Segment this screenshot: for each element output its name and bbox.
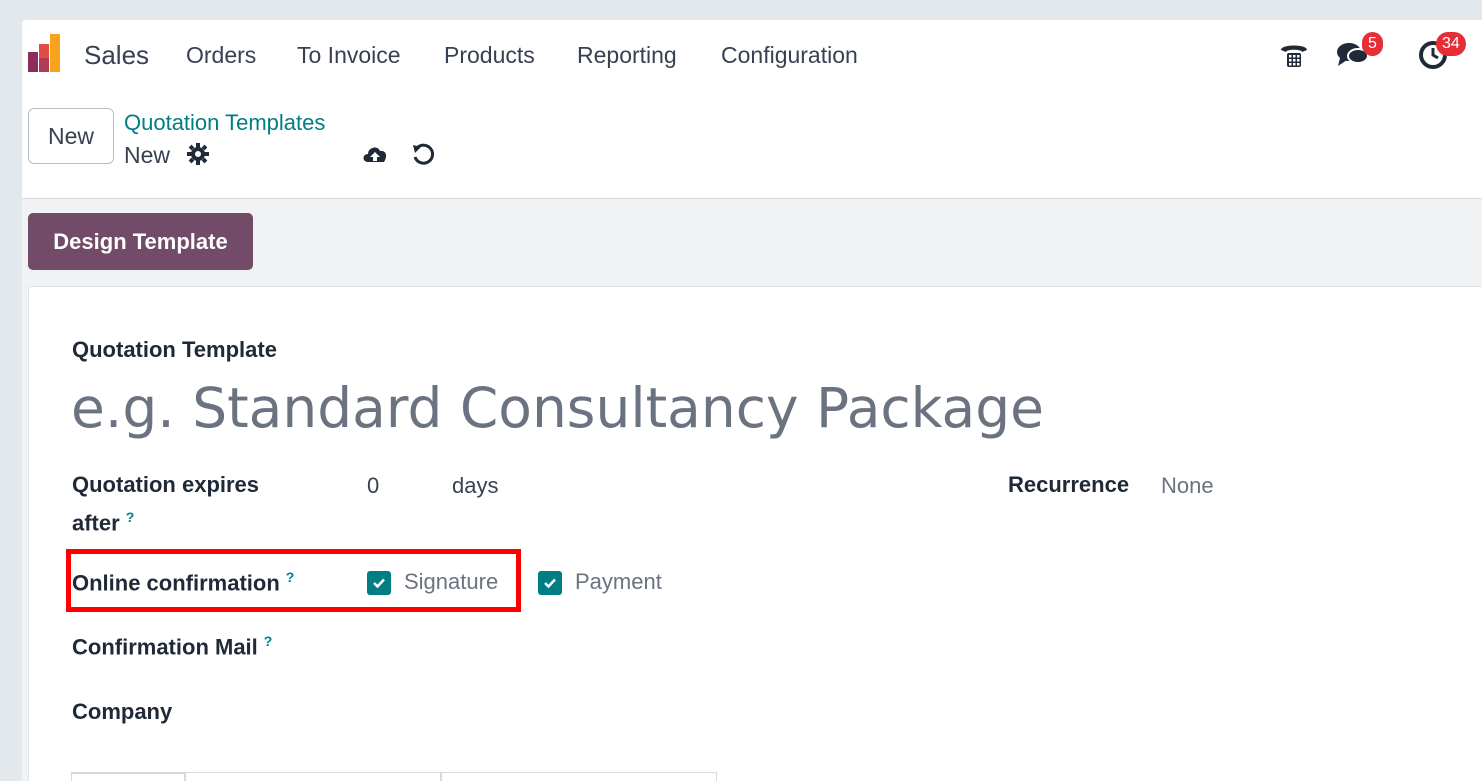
company-label: Company <box>72 699 173 724</box>
expires-help[interactable]: ? <box>126 509 135 525</box>
tab-2[interactable] <box>185 772 441 781</box>
breadcrumb-quotation-templates[interactable]: Quotation Templates <box>124 110 325 136</box>
tab-1[interactable] <box>71 772 185 781</box>
phone-icon[interactable] <box>1278 38 1310 70</box>
gear-icon[interactable] <box>186 142 210 166</box>
check-icon <box>373 578 385 589</box>
confirmation-mail-help[interactable]: ? <box>264 633 273 649</box>
undo-icon[interactable] <box>410 142 436 168</box>
app-logo-icon[interactable] <box>26 32 68 74</box>
expires-unit: days <box>452 473 499 498</box>
template-name-input[interactable] <box>71 375 1171 441</box>
menu-to-invoice[interactable]: To Invoice <box>297 42 401 69</box>
menu-reporting[interactable]: Reporting <box>577 42 677 69</box>
check-icon <box>544 578 556 589</box>
design-template-button[interactable]: Design Template <box>28 213 253 270</box>
online-confirmation-label: Online confirmation? <box>72 569 295 596</box>
record-name: New <box>124 142 171 168</box>
recurrence-value[interactable]: None <box>1161 473 1214 499</box>
payment-label[interactable]: Payment <box>575 569 662 595</box>
top-navbar: Sales Orders To Invoice Products Reporti… <box>22 20 1482 90</box>
app-name[interactable]: Sales <box>84 40 149 71</box>
expires-label-line1: Quotation expires <box>72 472 260 497</box>
recurrence-label: Recurrence <box>1008 472 1130 497</box>
control-panel: New Quotation Templates New <box>22 90 1482 199</box>
tab-3[interactable] <box>441 772 717 781</box>
confirmation-mail-label: Confirmation Mail? <box>72 633 273 660</box>
signature-checkbox[interactable] <box>367 571 391 595</box>
menu-orders[interactable]: Orders <box>186 42 256 69</box>
menu-products[interactable]: Products <box>444 42 535 69</box>
online-confirmation-help[interactable]: ? <box>286 569 295 585</box>
expires-value[interactable]: 0 <box>367 473 379 499</box>
app-window: Sales Orders To Invoice Products Reporti… <box>22 20 1482 781</box>
signature-label[interactable]: Signature <box>404 569 498 595</box>
new-button[interactable]: New <box>28 108 114 164</box>
payment-checkbox[interactable] <box>538 571 562 595</box>
menu-configuration[interactable]: Configuration <box>721 42 858 69</box>
activities-badge: 34 <box>1436 32 1466 56</box>
template-name-label: Quotation Template <box>72 337 277 362</box>
form-sheet: Quotation Template Quotation expires aft… <box>28 286 1482 781</box>
cloud-upload-icon[interactable] <box>360 142 390 166</box>
expires-label-line2: after? <box>72 509 135 536</box>
messages-badge: 5 <box>1362 32 1383 56</box>
